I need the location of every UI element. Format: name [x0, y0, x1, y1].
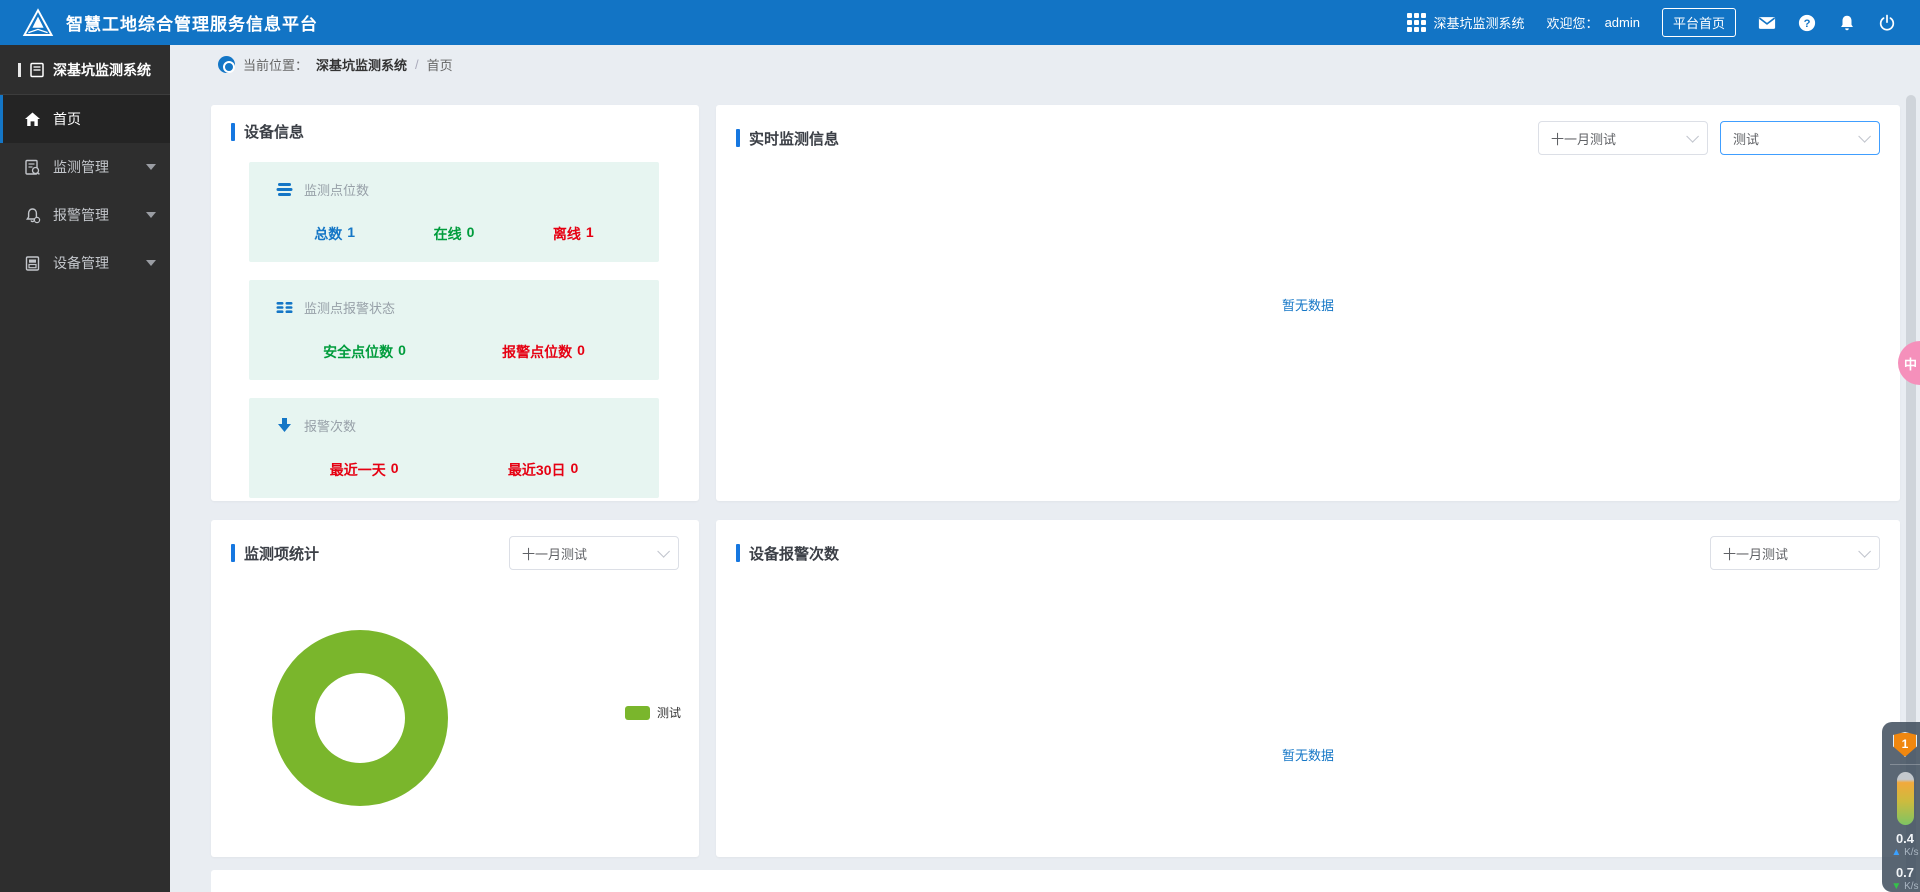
- sidebar-item-monitor-mgmt[interactable]: 监测管理: [0, 143, 170, 191]
- sidebar-brand-label: 深基坑监测系统: [53, 60, 151, 80]
- next-card-edge: [211, 870, 1900, 892]
- title-accent-bar: [736, 129, 740, 147]
- stat-online: 在线0: [434, 224, 475, 244]
- brand-pipe: [18, 63, 21, 77]
- sidebar-item-label: 监测管理: [53, 157, 109, 177]
- down-arrow-icon: ▼: [1891, 881, 1901, 892]
- device-icon: [24, 255, 41, 272]
- title-accent-bar: [231, 544, 235, 562]
- alarm-bell-icon: [24, 207, 41, 224]
- chevron-down-icon: [146, 260, 156, 266]
- card-title: 实时监测信息: [749, 128, 839, 149]
- power-logout-icon[interactable]: [1878, 14, 1896, 32]
- empty-data-text: 暂无数据: [716, 745, 1900, 764]
- panel-title: 监测点报警状态: [304, 298, 395, 317]
- chevron-down-icon: [146, 164, 156, 170]
- sidebar-item-label: 首页: [53, 109, 81, 129]
- breadcrumb-current[interactable]: 首页: [427, 55, 453, 74]
- legend-swatch: [625, 706, 650, 720]
- breadcrumb-separator: /: [415, 57, 419, 72]
- shield-badge-icon: 1: [1893, 732, 1917, 757]
- location-pin-icon: [218, 56, 235, 73]
- platform-logo-icon: [22, 8, 54, 38]
- chevron-down-icon: [1858, 130, 1871, 143]
- point-select[interactable]: 测试: [1720, 121, 1880, 155]
- main-content: 当前位置： 深基坑监测系统 / 首页 设备信息 监测点位数 总数: [170, 45, 1920, 892]
- sidebar-item-label: 设备管理: [53, 253, 109, 273]
- divider: [1890, 764, 1920, 765]
- help-icon[interactable]: ?: [1798, 14, 1816, 32]
- panel-title: 监测点位数: [304, 180, 369, 199]
- sidebar: 深基坑监测系统 首页 监测管理 报警管理: [0, 45, 170, 892]
- system-switcher[interactable]: 深基坑监测系统: [1407, 13, 1525, 32]
- empty-data-text: 暂无数据: [716, 295, 1900, 314]
- title-accent-bar: [231, 123, 235, 141]
- gauge-capsule-icon: [1897, 772, 1914, 825]
- monitor-points-panel: 监测点位数 总数1 在线0 离线1: [249, 162, 659, 262]
- network-monitor-widget[interactable]: 1 0.4 ▲ K/s 0.7 ▼ K/s: [1882, 722, 1920, 892]
- alarm-status-panel: 监测点报警状态 安全点位数0 报警点位数0: [249, 280, 659, 380]
- sidebar-menu: 首页 监测管理 报警管理 设备管理: [0, 95, 170, 287]
- month-select[interactable]: 十一月测试: [1538, 121, 1708, 155]
- top-header: 智慧工地综合管理服务信息平台 深基坑监测系统 欢迎您： admin 平台首页 ?: [0, 0, 1920, 45]
- realtime-card: 实时监测信息 十一月测试 测试 暂无数据: [716, 105, 1900, 501]
- stat-alarm-points: 报警点位数0: [502, 342, 585, 362]
- card-title: 设备报警次数: [749, 543, 839, 564]
- app-window: 智慧工地综合管理服务信息平台 深基坑监测系统 欢迎您： admin 平台首页 ?: [0, 0, 1920, 892]
- legend-label: 测试: [657, 704, 681, 721]
- notification-bell-icon[interactable]: [1838, 14, 1856, 32]
- download-speed: 0.7 ▼ K/s: [1891, 866, 1918, 892]
- monitor-stats-card: 监测项统计 十一月测试 测试: [211, 520, 699, 857]
- month-select[interactable]: 十一月测试: [509, 536, 679, 570]
- arrow-down-icon: [275, 416, 294, 435]
- card-title: 设备信息: [244, 121, 304, 142]
- app-title: 智慧工地综合管理服务信息平台: [66, 10, 318, 35]
- chevron-down-icon: [657, 545, 670, 558]
- monitor-doc-icon: [24, 159, 41, 176]
- username: admin: [1605, 15, 1640, 30]
- donut-chart[interactable]: [272, 630, 448, 806]
- shield-count: 1: [1902, 737, 1909, 751]
- stat-offline: 离线1: [553, 224, 594, 244]
- home-icon: [24, 111, 41, 128]
- device-info-card: 设备信息 监测点位数 总数1 在线0 离线1: [211, 105, 699, 501]
- stat-total: 总数1: [314, 224, 355, 244]
- svg-text:?: ?: [1804, 18, 1811, 30]
- chevron-down-icon: [146, 212, 156, 218]
- device-alarms-card: 设备报警次数 十一月测试 暂无数据: [716, 520, 1900, 857]
- apps-grid-icon: [1407, 13, 1426, 32]
- breadcrumb: 当前位置： 深基坑监测系统 / 首页: [218, 55, 453, 74]
- book-icon: [29, 62, 45, 78]
- sidebar-brand: 深基坑监测系统: [0, 45, 170, 95]
- current-system-label: 深基坑监测系统: [1434, 13, 1525, 32]
- chevron-down-icon: [1686, 130, 1699, 143]
- stack-icon: [275, 180, 294, 199]
- welcome-block: 欢迎您： admin: [1547, 13, 1640, 32]
- title-accent-bar: [736, 544, 740, 562]
- card-title: 监测项统计: [244, 543, 319, 564]
- translate-label: 中: [1904, 354, 1917, 373]
- mail-icon[interactable]: [1758, 14, 1776, 32]
- bars-icon: [275, 298, 294, 317]
- alarm-count-panel: 报警次数 最近一天0 最近30日0: [249, 398, 659, 498]
- sidebar-item-home[interactable]: 首页: [0, 95, 170, 143]
- sidebar-item-alarm-mgmt[interactable]: 报警管理: [0, 191, 170, 239]
- chart-legend[interactable]: 测试: [625, 704, 681, 721]
- sidebar-item-device-mgmt[interactable]: 设备管理: [0, 239, 170, 287]
- stat-safe-points: 安全点位数0: [323, 342, 406, 362]
- up-arrow-icon: ▲: [1891, 847, 1901, 858]
- chevron-down-icon: [1858, 545, 1871, 558]
- breadcrumb-root[interactable]: 深基坑监测系统: [316, 55, 407, 74]
- welcome-label: 欢迎您：: [1547, 13, 1599, 32]
- month-select[interactable]: 十一月测试: [1710, 536, 1880, 570]
- upload-speed: 0.4 ▲ K/s: [1891, 832, 1918, 858]
- breadcrumb-prefix: 当前位置：: [243, 55, 308, 74]
- platform-home-button[interactable]: 平台首页: [1662, 8, 1736, 37]
- brand: 智慧工地综合管理服务信息平台: [0, 8, 318, 38]
- panel-title: 报警次数: [304, 416, 356, 435]
- stat-last-day: 最近一天0: [330, 460, 399, 480]
- stat-last-30d: 最近30日0: [508, 460, 578, 480]
- sidebar-item-label: 报警管理: [53, 205, 109, 225]
